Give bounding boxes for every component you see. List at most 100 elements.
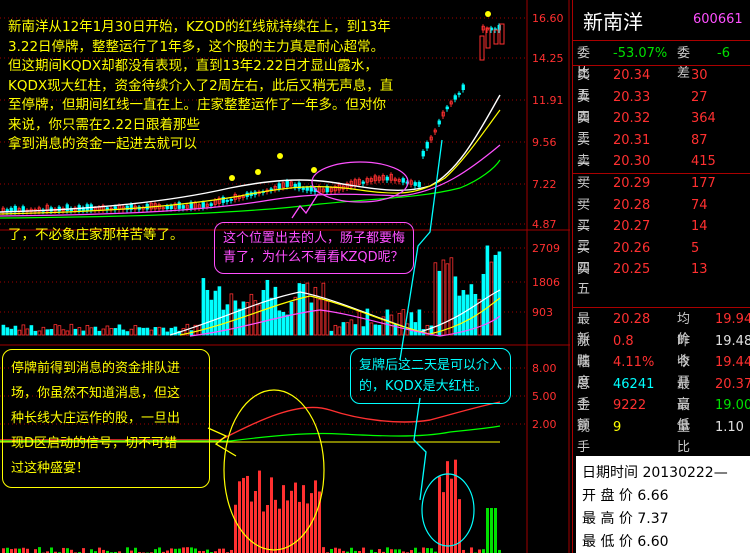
indicator-bar: [2, 548, 5, 553]
open-value: 6.66: [637, 488, 669, 504]
indicator-bar: [390, 549, 393, 553]
indicator-bar: [458, 499, 461, 553]
candle-body: [425, 142, 429, 149]
indicator-bar: [258, 470, 261, 553]
volume-bar: [241, 301, 246, 336]
volume-bar: [85, 324, 90, 336]
price-tick: 4.87: [532, 218, 557, 231]
date-label: 日期时间: [582, 465, 638, 481]
indicator-bar: [398, 549, 401, 553]
main-annotation-cont: 了，不必象庄家那样苦等了。: [8, 227, 184, 243]
volume-bar: [105, 325, 110, 336]
low-value: 6.60: [637, 534, 669, 550]
stock-name: 新南洋: [583, 10, 643, 34]
candle-body: [461, 84, 465, 91]
indicator-bar: [486, 508, 489, 553]
volume-bar: [433, 262, 438, 336]
indicator-tick: 8.00: [532, 362, 557, 375]
quote-value: 19.48: [715, 333, 750, 349]
volume-bar: [373, 324, 378, 336]
indicator-tick: 2.00: [532, 418, 557, 431]
price-axis: 16.60 14.25 11.91 9.56 7.22 4.87: [532, 12, 564, 231]
volume-bar: [493, 254, 498, 336]
indicator-bar: [174, 548, 177, 553]
volume-tick: 903: [532, 306, 553, 319]
indicator-bar: [178, 548, 181, 553]
volume-bar: [41, 326, 46, 336]
volume-bar: [449, 257, 454, 336]
high-value: 7.37: [637, 511, 669, 527]
quote-value: 0.8: [613, 333, 634, 349]
indicator-bar: [158, 547, 161, 553]
level-price: 20.31: [613, 132, 651, 148]
indicator-bar: [250, 501, 253, 553]
level-price: 20.33: [613, 89, 651, 105]
volume-bar: [153, 327, 158, 336]
quote-label: 量比: [677, 419, 691, 455]
pink-annotation-box: 这个位置出去的人，肠子都要悔 青了，为什么不看看KZQD呢？: [214, 222, 415, 274]
indicator-bar: [446, 461, 449, 553]
indicator-bar: [430, 548, 433, 553]
volume-bar: [73, 328, 78, 336]
candle-body: [181, 205, 185, 209]
volume-bar: [269, 297, 274, 336]
quote-value: 1.10: [715, 419, 744, 435]
main-annotation: 新南洋从12年1月30日开始，KZQD的红线就持续在上，到13年 3.22日停牌…: [8, 19, 394, 152]
indicator-bar: [14, 548, 17, 553]
pointer-cyan-lower: [413, 397, 427, 501]
candle-body: [293, 183, 297, 188]
volume-bar: [345, 322, 350, 336]
volume-bar: [321, 282, 326, 336]
volume-bar: [13, 325, 18, 336]
volume-bar: [489, 261, 494, 336]
ratio-value: -53.07%: [613, 46, 668, 61]
volume-bar: [273, 286, 278, 336]
volume-bar: [1, 324, 6, 336]
indicator-bar: [286, 500, 289, 553]
indicator-bar: [450, 478, 453, 553]
indicator-bar: [266, 505, 269, 553]
quote-value: 20.37: [715, 376, 750, 392]
volume-bar: [353, 324, 358, 336]
level-qty: 13: [691, 262, 708, 278]
volume-bar: [25, 328, 30, 336]
candle-body: [309, 186, 313, 192]
price-tick: 7.22: [532, 178, 557, 191]
candle-body: [413, 182, 417, 186]
volume-bar: [293, 296, 298, 336]
volume-bar: [333, 324, 338, 336]
volume-bar: [477, 298, 482, 336]
indicator-bar: [10, 549, 13, 553]
volume-bar: [261, 289, 266, 336]
indicator-bar: [98, 547, 101, 553]
volume-bar: [497, 251, 502, 336]
candle-body: [361, 181, 365, 184]
candle-body: [229, 198, 233, 201]
indicator-bar: [126, 547, 129, 553]
indicator-bar: [26, 548, 29, 553]
indicator-bar: [394, 549, 397, 553]
yellow-annotation-box: 停牌前得到消息的资金排队进 场，你虽然不知道消息，但这 种长线大庄运作的股，一旦…: [2, 349, 210, 488]
price-tick: 14.25: [532, 52, 564, 65]
indicator-bar: [270, 477, 273, 553]
volume-bar: [165, 331, 170, 336]
volume-bar: [9, 328, 14, 336]
quote-label: 现手: [577, 419, 591, 455]
candle-body: [421, 150, 425, 157]
level-price: 20.25: [613, 262, 651, 278]
volume-bar: [57, 325, 62, 336]
candle-body: [479, 35, 485, 61]
volume-bar: [257, 304, 262, 336]
volume-bar: [89, 327, 94, 336]
quote-value: 46241: [613, 376, 655, 392]
volume-bar: [77, 327, 82, 336]
indicator-bar: [242, 477, 245, 553]
indicator-bar: [38, 547, 41, 553]
candle-body: [169, 205, 173, 210]
volume-bar: [385, 309, 390, 336]
candle-body: [201, 202, 205, 208]
volume-bar: [97, 330, 102, 336]
candle-body: [285, 180, 289, 187]
quote-value: 19.00: [715, 398, 750, 413]
candle-body: [277, 183, 281, 189]
